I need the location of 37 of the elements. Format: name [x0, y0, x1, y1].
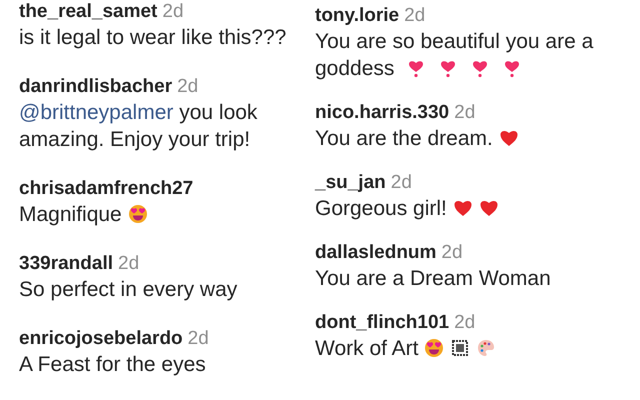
comment-text: You are so beautiful you are a goddess — [315, 30, 594, 80]
comment-text: A Feast for the eyes — [19, 353, 206, 376]
heart-icon — [498, 128, 519, 148]
username[interactable]: chrisadamfrench27 — [19, 177, 194, 201]
comment-time: 2d — [454, 101, 476, 125]
comment-text: Magnifique — [19, 203, 148, 226]
comment-time: 2d — [454, 311, 476, 335]
comment-time: 2d — [188, 327, 209, 351]
comment-time: 2d — [118, 252, 140, 276]
heart-eyes-face-icon — [128, 204, 148, 224]
comment-time: 2d — [162, 0, 184, 24]
username[interactable]: 339randall — [19, 252, 113, 276]
username[interactable]: dallaslednum — [315, 241, 436, 265]
username[interactable]: nico.harris.330 — [315, 101, 450, 125]
comment-text: You are the dream. — [315, 127, 519, 150]
comment-text: Work of Art — [315, 337, 496, 360]
username[interactable]: dont_flinch101 — [315, 311, 450, 335]
username[interactable]: tony.lorie — [315, 4, 400, 28]
comment-time: 2d — [177, 75, 198, 99]
comment-text: is it legal to wear like this??? — [19, 26, 286, 49]
username[interactable]: the_real_samet — [19, 0, 158, 24]
comment-text: Gorgeous girl! — [315, 197, 499, 220]
heart-icon — [452, 198, 473, 218]
heart-icon — [478, 198, 499, 218]
comment-text: You are a Dream Woman — [315, 267, 551, 290]
username[interactable]: enricojosebelardo — [19, 327, 183, 351]
palette-icon — [476, 338, 496, 358]
comment-time: 2d — [390, 171, 412, 195]
comment-text: So perfect in every way — [19, 278, 238, 301]
heart-eyes-face-icon — [424, 338, 444, 358]
username[interactable]: danrindlisbacher — [19, 75, 172, 99]
framed-picture-icon — [450, 338, 470, 358]
comment-time: 2d — [441, 241, 463, 265]
comment-time: 2d — [404, 4, 426, 28]
comment-text: @brittneypalmer you look amazing. Enjoy your trip! — [19, 101, 258, 151]
username[interactable]: _su_jan — [315, 171, 386, 195]
mention-link[interactable]: @brittneypalmer — [19, 101, 174, 124]
